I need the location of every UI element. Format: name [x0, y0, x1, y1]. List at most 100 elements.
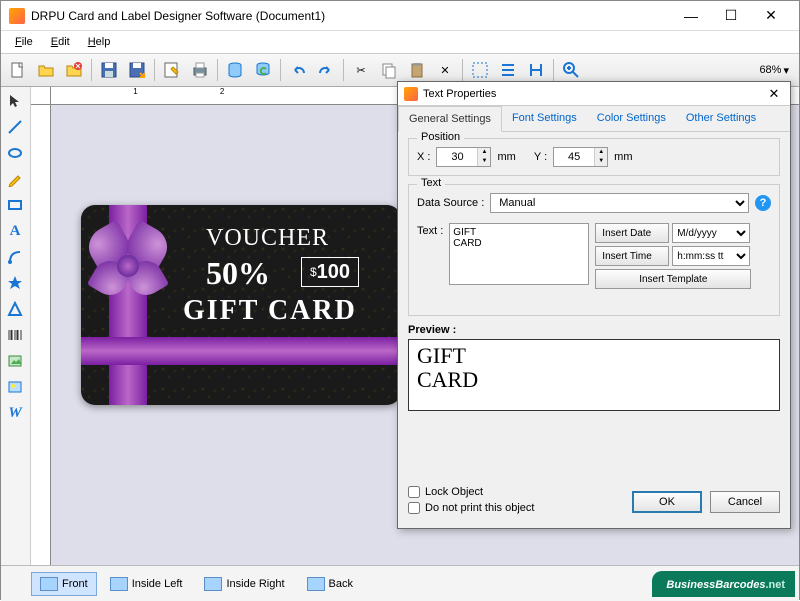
undo-icon[interactable]	[285, 57, 311, 83]
cut-icon[interactable]: ✂	[348, 57, 374, 83]
pointer-tool-icon[interactable]	[3, 89, 27, 113]
star-tool-icon[interactable]	[3, 271, 27, 295]
window-controls: — ☐ ✕	[671, 2, 791, 30]
menu-file[interactable]: File	[7, 34, 41, 50]
lock-object-label: Lock Object	[425, 486, 483, 498]
zoom-dropdown-icon[interactable]: ▾	[783, 64, 789, 77]
insert-time-button[interactable]: Insert Time	[595, 246, 669, 266]
titlebar-text: DRPU Card and Label Designer Software (D…	[31, 9, 671, 23]
dialog-titlebar[interactable]: Text Properties ✕	[398, 82, 790, 106]
text-label: Text :	[417, 223, 443, 289]
database-refresh-icon[interactable]	[250, 57, 276, 83]
paste-icon[interactable]	[404, 57, 430, 83]
dialog-close-button[interactable]: ✕	[764, 86, 784, 102]
text-section-label: Text	[417, 177, 445, 189]
text-input[interactable]	[449, 223, 589, 285]
zoom-in-icon[interactable]	[558, 57, 584, 83]
dialog-title: Text Properties	[423, 88, 496, 100]
do-not-print-label: Do not print this object	[425, 502, 534, 514]
copy-icon[interactable]	[376, 57, 402, 83]
redo-icon[interactable]	[313, 57, 339, 83]
gift-card-design[interactable]: VOUCHER 50% $100 GIFT CARD	[81, 205, 401, 405]
barcode-tool-icon[interactable]	[3, 323, 27, 347]
ruler-origin	[31, 87, 51, 105]
cancel-button[interactable]: Cancel	[710, 491, 780, 513]
close-button[interactable]: ✕	[751, 2, 791, 30]
new-document-icon[interactable]	[5, 57, 31, 83]
text-fieldset: Text Data Source : Manual ? Text : Inser…	[408, 184, 780, 316]
tab-general-settings[interactable]: General Settings	[398, 106, 502, 132]
app-icon	[9, 8, 25, 24]
pencil-tool-icon[interactable]	[3, 167, 27, 191]
y-up-icon[interactable]: ▲	[595, 148, 607, 157]
voucher-text[interactable]: VOUCHER	[206, 225, 329, 252]
date-format-select[interactable]: M/d/yyyy	[672, 223, 750, 243]
vertical-ruler	[31, 105, 51, 565]
tab-color-settings[interactable]: Color Settings	[587, 106, 676, 131]
align-icon[interactable]	[495, 57, 521, 83]
ok-button[interactable]: OK	[632, 491, 702, 513]
lock-object-checkbox[interactable]	[408, 486, 420, 498]
dialog-body: Position X : ▲▼ mm Y : ▲▼ mm Text Data S…	[398, 132, 790, 480]
tab-other-settings[interactable]: Other Settings	[676, 106, 766, 131]
page-icon	[110, 577, 128, 591]
zoom-level[interactable]: 68% ▾	[759, 64, 795, 77]
ellipse-tool-icon[interactable]	[3, 141, 27, 165]
maximize-button[interactable]: ☐	[711, 2, 751, 30]
distribute-icon[interactable]	[523, 57, 549, 83]
arc-tool-icon[interactable]	[3, 245, 27, 269]
wordart-tool-icon[interactable]: W	[3, 401, 27, 425]
y-down-icon[interactable]: ▼	[595, 157, 607, 166]
print-icon[interactable]	[187, 57, 213, 83]
price-box[interactable]: $100	[301, 257, 359, 287]
watermark: BusinessBarcodes.net	[652, 571, 795, 597]
triangle-tool-icon[interactable]	[3, 297, 27, 321]
help-icon[interactable]: ?	[755, 195, 771, 211]
zoom-value: 68%	[759, 64, 781, 76]
do-not-print-checkbox[interactable]	[408, 502, 420, 514]
y-spinner[interactable]: ▲▼	[553, 147, 608, 167]
insert-date-button[interactable]: Insert Date	[595, 223, 669, 243]
preview-box: GIFT CARD	[408, 339, 780, 411]
save-as-icon[interactable]	[124, 57, 150, 83]
y-input[interactable]	[554, 148, 594, 166]
page-icon	[307, 577, 325, 591]
percent-text[interactable]: 50%	[206, 255, 270, 292]
dialog-footer: Lock Object Do not print this object OK …	[398, 480, 790, 528]
minimize-button[interactable]: —	[671, 2, 711, 30]
insert-template-button[interactable]: Insert Template	[595, 269, 751, 289]
ribbon-bow	[89, 227, 167, 305]
close-document-icon[interactable]	[61, 57, 87, 83]
x-down-icon[interactable]: ▼	[478, 157, 490, 166]
tab-back[interactable]: Back	[298, 572, 362, 596]
x-up-icon[interactable]: ▲	[478, 148, 490, 157]
x-spinner[interactable]: ▲▼	[436, 147, 491, 167]
text-properties-dialog: Text Properties ✕ General Settings Font …	[397, 81, 791, 529]
page-icon	[40, 577, 58, 591]
save-icon[interactable]	[96, 57, 122, 83]
tab-font-settings[interactable]: Font Settings	[502, 106, 587, 131]
gift-card-text[interactable]: GIFT CARD	[183, 295, 357, 327]
edit-icon[interactable]	[159, 57, 185, 83]
x-input[interactable]	[437, 148, 477, 166]
picture-tool-icon[interactable]	[3, 375, 27, 399]
image-tool-icon[interactable]	[3, 349, 27, 373]
menu-edit[interactable]: Edit	[43, 34, 78, 50]
x-label: X :	[417, 151, 430, 163]
text-tool-icon[interactable]: A	[3, 219, 27, 243]
delete-icon[interactable]: ✕	[432, 57, 458, 83]
y-unit: mm	[614, 151, 632, 163]
tab-inside-left[interactable]: Inside Left	[101, 572, 192, 596]
position-label: Position	[417, 132, 464, 143]
open-folder-icon[interactable]	[33, 57, 59, 83]
database-icon[interactable]	[222, 57, 248, 83]
menu-help[interactable]: Help	[80, 34, 119, 50]
data-source-select[interactable]: Manual	[490, 193, 749, 213]
select-all-icon[interactable]	[467, 57, 493, 83]
tab-front[interactable]: Front	[31, 572, 97, 596]
line-tool-icon[interactable]	[3, 115, 27, 139]
rectangle-tool-icon[interactable]	[3, 193, 27, 217]
time-format-select[interactable]: h:mm:ss tt	[672, 246, 750, 266]
tab-inside-right[interactable]: Inside Right	[195, 572, 293, 596]
y-label: Y :	[534, 151, 547, 163]
